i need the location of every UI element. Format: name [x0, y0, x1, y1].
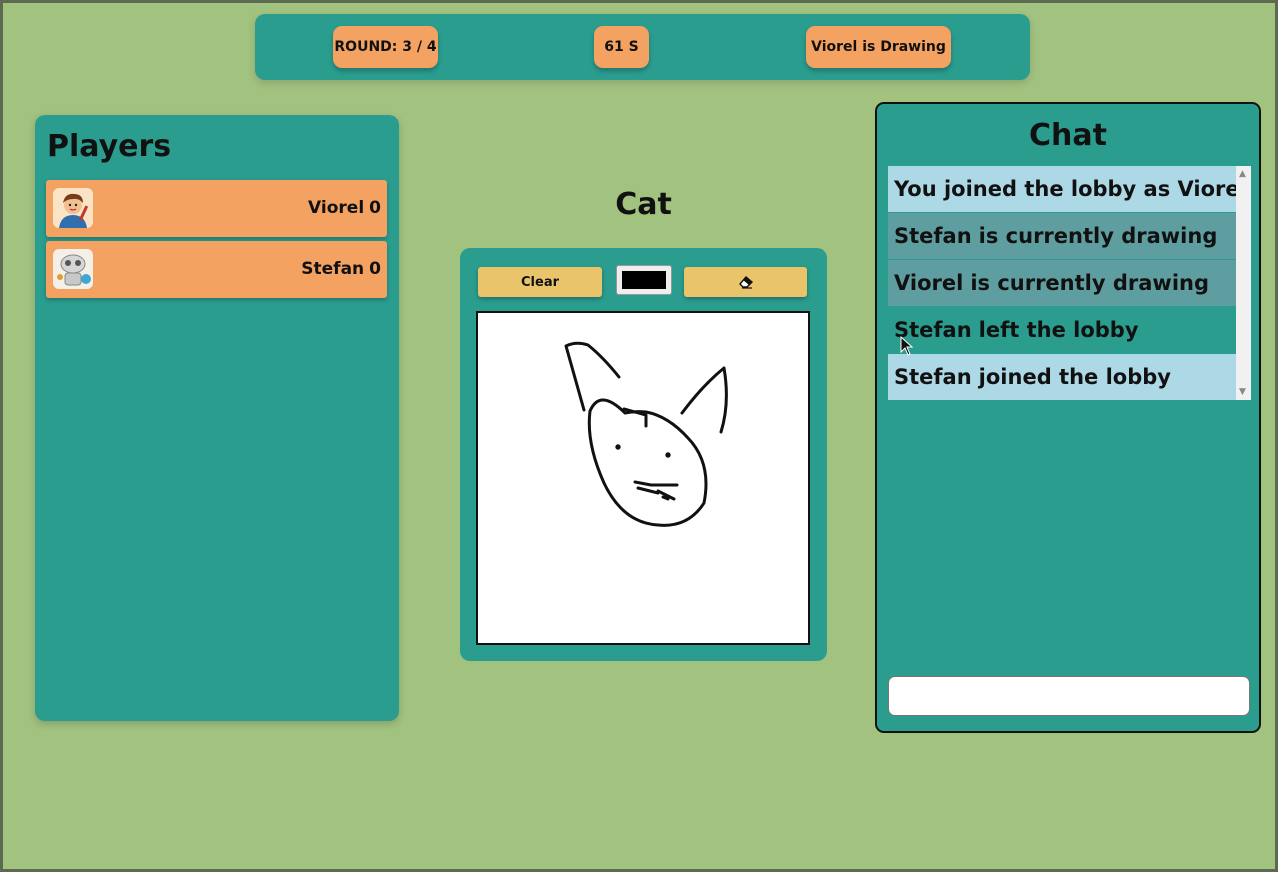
scroll-down-arrow-icon[interactable]: ▼	[1239, 387, 1246, 397]
round-indicator: ROUND: 3 / 4	[333, 26, 438, 68]
players-title: Players	[47, 129, 172, 164]
chat-message-text: is currently drawing	[970, 271, 1210, 295]
chat-message-text: You joined the lobby as Viorel	[894, 177, 1236, 201]
player-card-stefan: Stefan 0	[46, 241, 387, 298]
chat-panel: Chat You joined the lobby as Viorel Stef…	[875, 102, 1261, 733]
chat-message-text: left the lobby	[978, 318, 1139, 342]
player-name-score: Viorel 0	[308, 198, 381, 218]
drawing-board: Clear	[460, 248, 827, 661]
drawing-canvas[interactable]	[476, 311, 810, 645]
scroll-up-arrow-icon[interactable]: ▲	[1239, 169, 1246, 179]
chat-title: Chat	[1029, 118, 1107, 153]
chat-input[interactable]	[888, 676, 1250, 716]
robot-painter-avatar-icon	[53, 249, 93, 289]
chat-message: Stefan is currently drawing	[888, 213, 1236, 259]
game-status-bar: ROUND: 3 / 4 61 S Viorel is Drawing	[255, 14, 1030, 80]
player-name: Viorel	[308, 198, 365, 218]
player-score: 0	[369, 259, 381, 279]
clear-button[interactable]: Clear	[478, 267, 602, 297]
chat-message: Stefan joined the lobby	[888, 354, 1236, 400]
chat-messages[interactable]: You joined the lobby as Viorel Stefan is …	[888, 166, 1251, 400]
player-score: 0	[369, 198, 381, 218]
players-panel: Players Viorel 0 Stefan 0	[35, 115, 399, 721]
player-card-viorel: Viorel 0	[46, 180, 387, 237]
timer: 61 S	[594, 26, 649, 68]
chat-message-text: joined the lobby	[978, 365, 1171, 389]
chat-message: Viorel is currently drawing	[888, 260, 1236, 306]
chat-message-author: Stefan	[894, 224, 972, 248]
player-name-score: Stefan 0	[301, 259, 381, 279]
player-name: Stefan	[301, 259, 365, 279]
chat-message: You joined the lobby as Viorel	[888, 166, 1236, 212]
chat-message-author: Viorel	[894, 271, 964, 295]
eraser-icon	[738, 276, 753, 289]
eraser-button[interactable]	[684, 267, 807, 297]
chat-message: Stefan left the lobby	[888, 307, 1236, 353]
chat-message-text: is currently drawing	[978, 224, 1218, 248]
word-to-draw: Cat	[615, 187, 672, 222]
color-picker[interactable]	[616, 265, 672, 295]
drawer-status: Viorel is Drawing	[806, 26, 951, 68]
boy-painter-avatar-icon	[53, 188, 93, 228]
chat-scrollbar[interactable]: ▲ ▼	[1236, 166, 1251, 400]
selected-color-swatch	[622, 271, 666, 289]
cat-drawing	[564, 341, 728, 527]
mouse-cursor-icon	[900, 336, 914, 356]
chat-message-author: Stefan	[894, 365, 972, 389]
